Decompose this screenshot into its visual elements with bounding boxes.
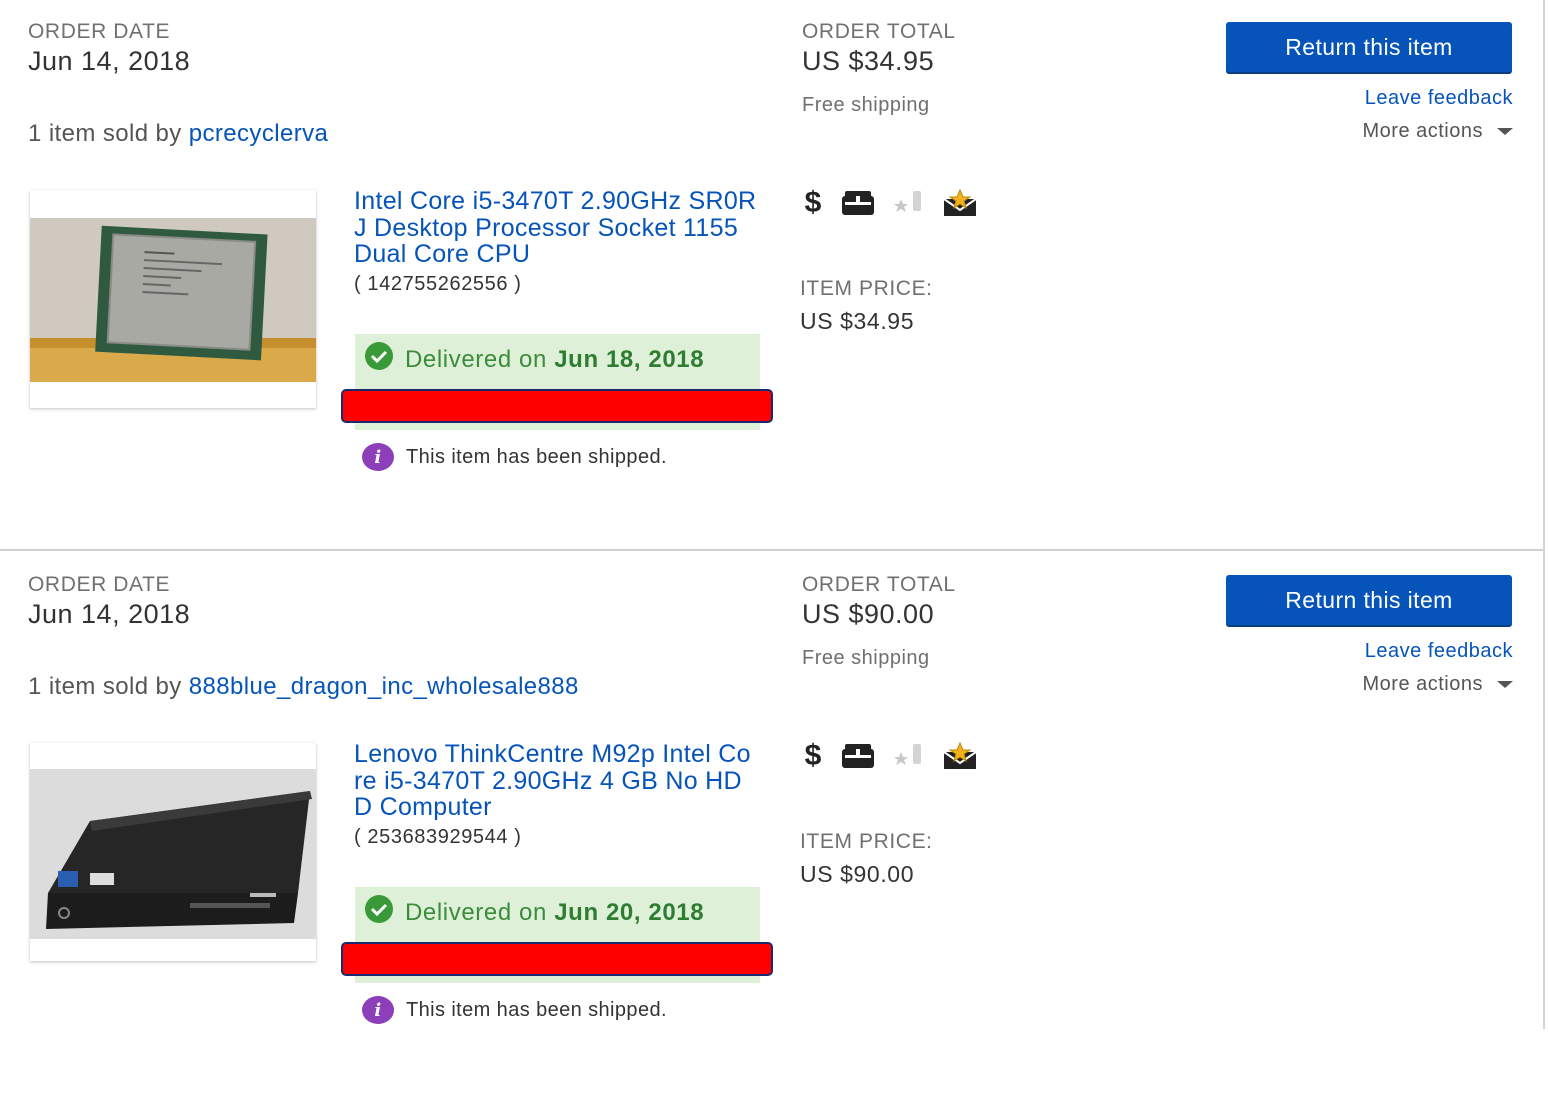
return-item-button[interactable]: Return this item bbox=[1226, 575, 1512, 625]
shipping-info: Free shipping bbox=[802, 647, 930, 669]
delivered-status: Delivered on Jun 18, 2018 bbox=[405, 346, 704, 374]
sold-by-label: 1 item sold by bbox=[28, 673, 182, 700]
item-price-label: ITEM PRICE: bbox=[800, 277, 933, 300]
order-date-value: Jun 14, 2018 bbox=[28, 46, 191, 76]
item-thumbnail[interactable] bbox=[30, 743, 316, 961]
item-price-value: US $34.95 bbox=[800, 308, 915, 334]
order-card: ORDER DATE Jun 14, 2018 1 item sold by 8… bbox=[0, 553, 1543, 1105]
order-total-value: US $90.00 bbox=[802, 599, 935, 629]
shipped-message: This item has been shipped. bbox=[406, 998, 667, 1021]
order-total-value: US $34.95 bbox=[802, 46, 935, 76]
dollar-icon: $ bbox=[804, 739, 822, 772]
item-title-link[interactable]: Lenovo ThinkCentre M92p Intel Core i5-34… bbox=[354, 741, 759, 821]
more-actions-label: More actions bbox=[1362, 120, 1483, 142]
order-total-label: ORDER TOTAL bbox=[802, 573, 956, 596]
order-card: ORDER DATE Jun 14, 2018 1 item sold by p… bbox=[0, 0, 1543, 552]
delivered-date: Jun 20, 2018 bbox=[554, 899, 705, 926]
delivered-label: Delivered on bbox=[405, 346, 547, 373]
leave-feedback-link[interactable]: Leave feedback bbox=[1365, 640, 1513, 663]
delivered-status: Delivered on Jun 20, 2018 bbox=[405, 899, 704, 927]
envelope-star-icon bbox=[943, 742, 977, 770]
item-number: ( 142755262556 ) bbox=[354, 273, 522, 295]
return-item-button[interactable]: Return this item bbox=[1226, 22, 1512, 72]
order-divider bbox=[0, 549, 1543, 551]
checkmark-icon bbox=[365, 342, 393, 370]
star-feedback-icon bbox=[893, 742, 925, 770]
order-status-icons: $ bbox=[803, 739, 977, 773]
page-right-border bbox=[1543, 0, 1545, 1029]
mini-pc-photo bbox=[30, 743, 316, 961]
package-icon bbox=[841, 743, 875, 769]
sold-by-line: 1 item sold by pcrecyclerva bbox=[28, 120, 328, 148]
info-icon: i bbox=[362, 443, 394, 471]
delivered-label: Delivered on bbox=[405, 899, 547, 926]
order-date-label: ORDER DATE bbox=[28, 573, 171, 596]
shipped-message: This item has been shipped. bbox=[406, 445, 667, 468]
item-price-label: ITEM PRICE: bbox=[800, 830, 933, 853]
item-number: ( 253683929544 ) bbox=[354, 826, 522, 848]
envelope-star-icon bbox=[943, 189, 977, 217]
order-total-label: ORDER TOTAL bbox=[802, 20, 956, 43]
chevron-down-icon bbox=[1497, 128, 1513, 135]
checkmark-icon bbox=[365, 895, 393, 923]
shipping-info: Free shipping bbox=[802, 94, 930, 116]
more-actions-dropdown[interactable]: More actions bbox=[1362, 120, 1513, 143]
dollar-icon: $ bbox=[804, 186, 822, 219]
redacted-tracking bbox=[341, 942, 773, 976]
chevron-down-icon bbox=[1497, 681, 1513, 688]
item-title-link[interactable]: Intel Core i5-3470T 2.90GHz SR0RJ Deskto… bbox=[354, 188, 759, 268]
star-feedback-icon bbox=[893, 189, 925, 217]
leave-feedback-link[interactable]: Leave feedback bbox=[1365, 87, 1513, 110]
seller-link[interactable]: 888blue_dragon_inc_wholesale888 bbox=[189, 673, 579, 700]
info-icon: i bbox=[362, 996, 394, 1024]
delivered-date: Jun 18, 2018 bbox=[554, 346, 705, 373]
item-price-value: US $90.00 bbox=[800, 861, 915, 887]
seller-link[interactable]: pcrecyclerva bbox=[189, 120, 329, 147]
more-actions-dropdown[interactable]: More actions bbox=[1362, 673, 1513, 696]
shipped-notice: i This item has been shipped. bbox=[362, 996, 667, 1024]
order-date-value: Jun 14, 2018 bbox=[28, 599, 191, 629]
more-actions-label: More actions bbox=[1362, 673, 1483, 695]
package-icon bbox=[841, 190, 875, 216]
redacted-tracking bbox=[341, 389, 773, 423]
order-status-icons: $ bbox=[803, 186, 977, 220]
sold-by-line: 1 item sold by 888blue_dragon_inc_wholes… bbox=[28, 673, 579, 701]
cpu-photo bbox=[30, 190, 316, 408]
item-thumbnail[interactable] bbox=[30, 190, 316, 408]
sold-by-label: 1 item sold by bbox=[28, 120, 182, 147]
order-date-label: ORDER DATE bbox=[28, 20, 171, 43]
shipped-notice: i This item has been shipped. bbox=[362, 443, 667, 471]
